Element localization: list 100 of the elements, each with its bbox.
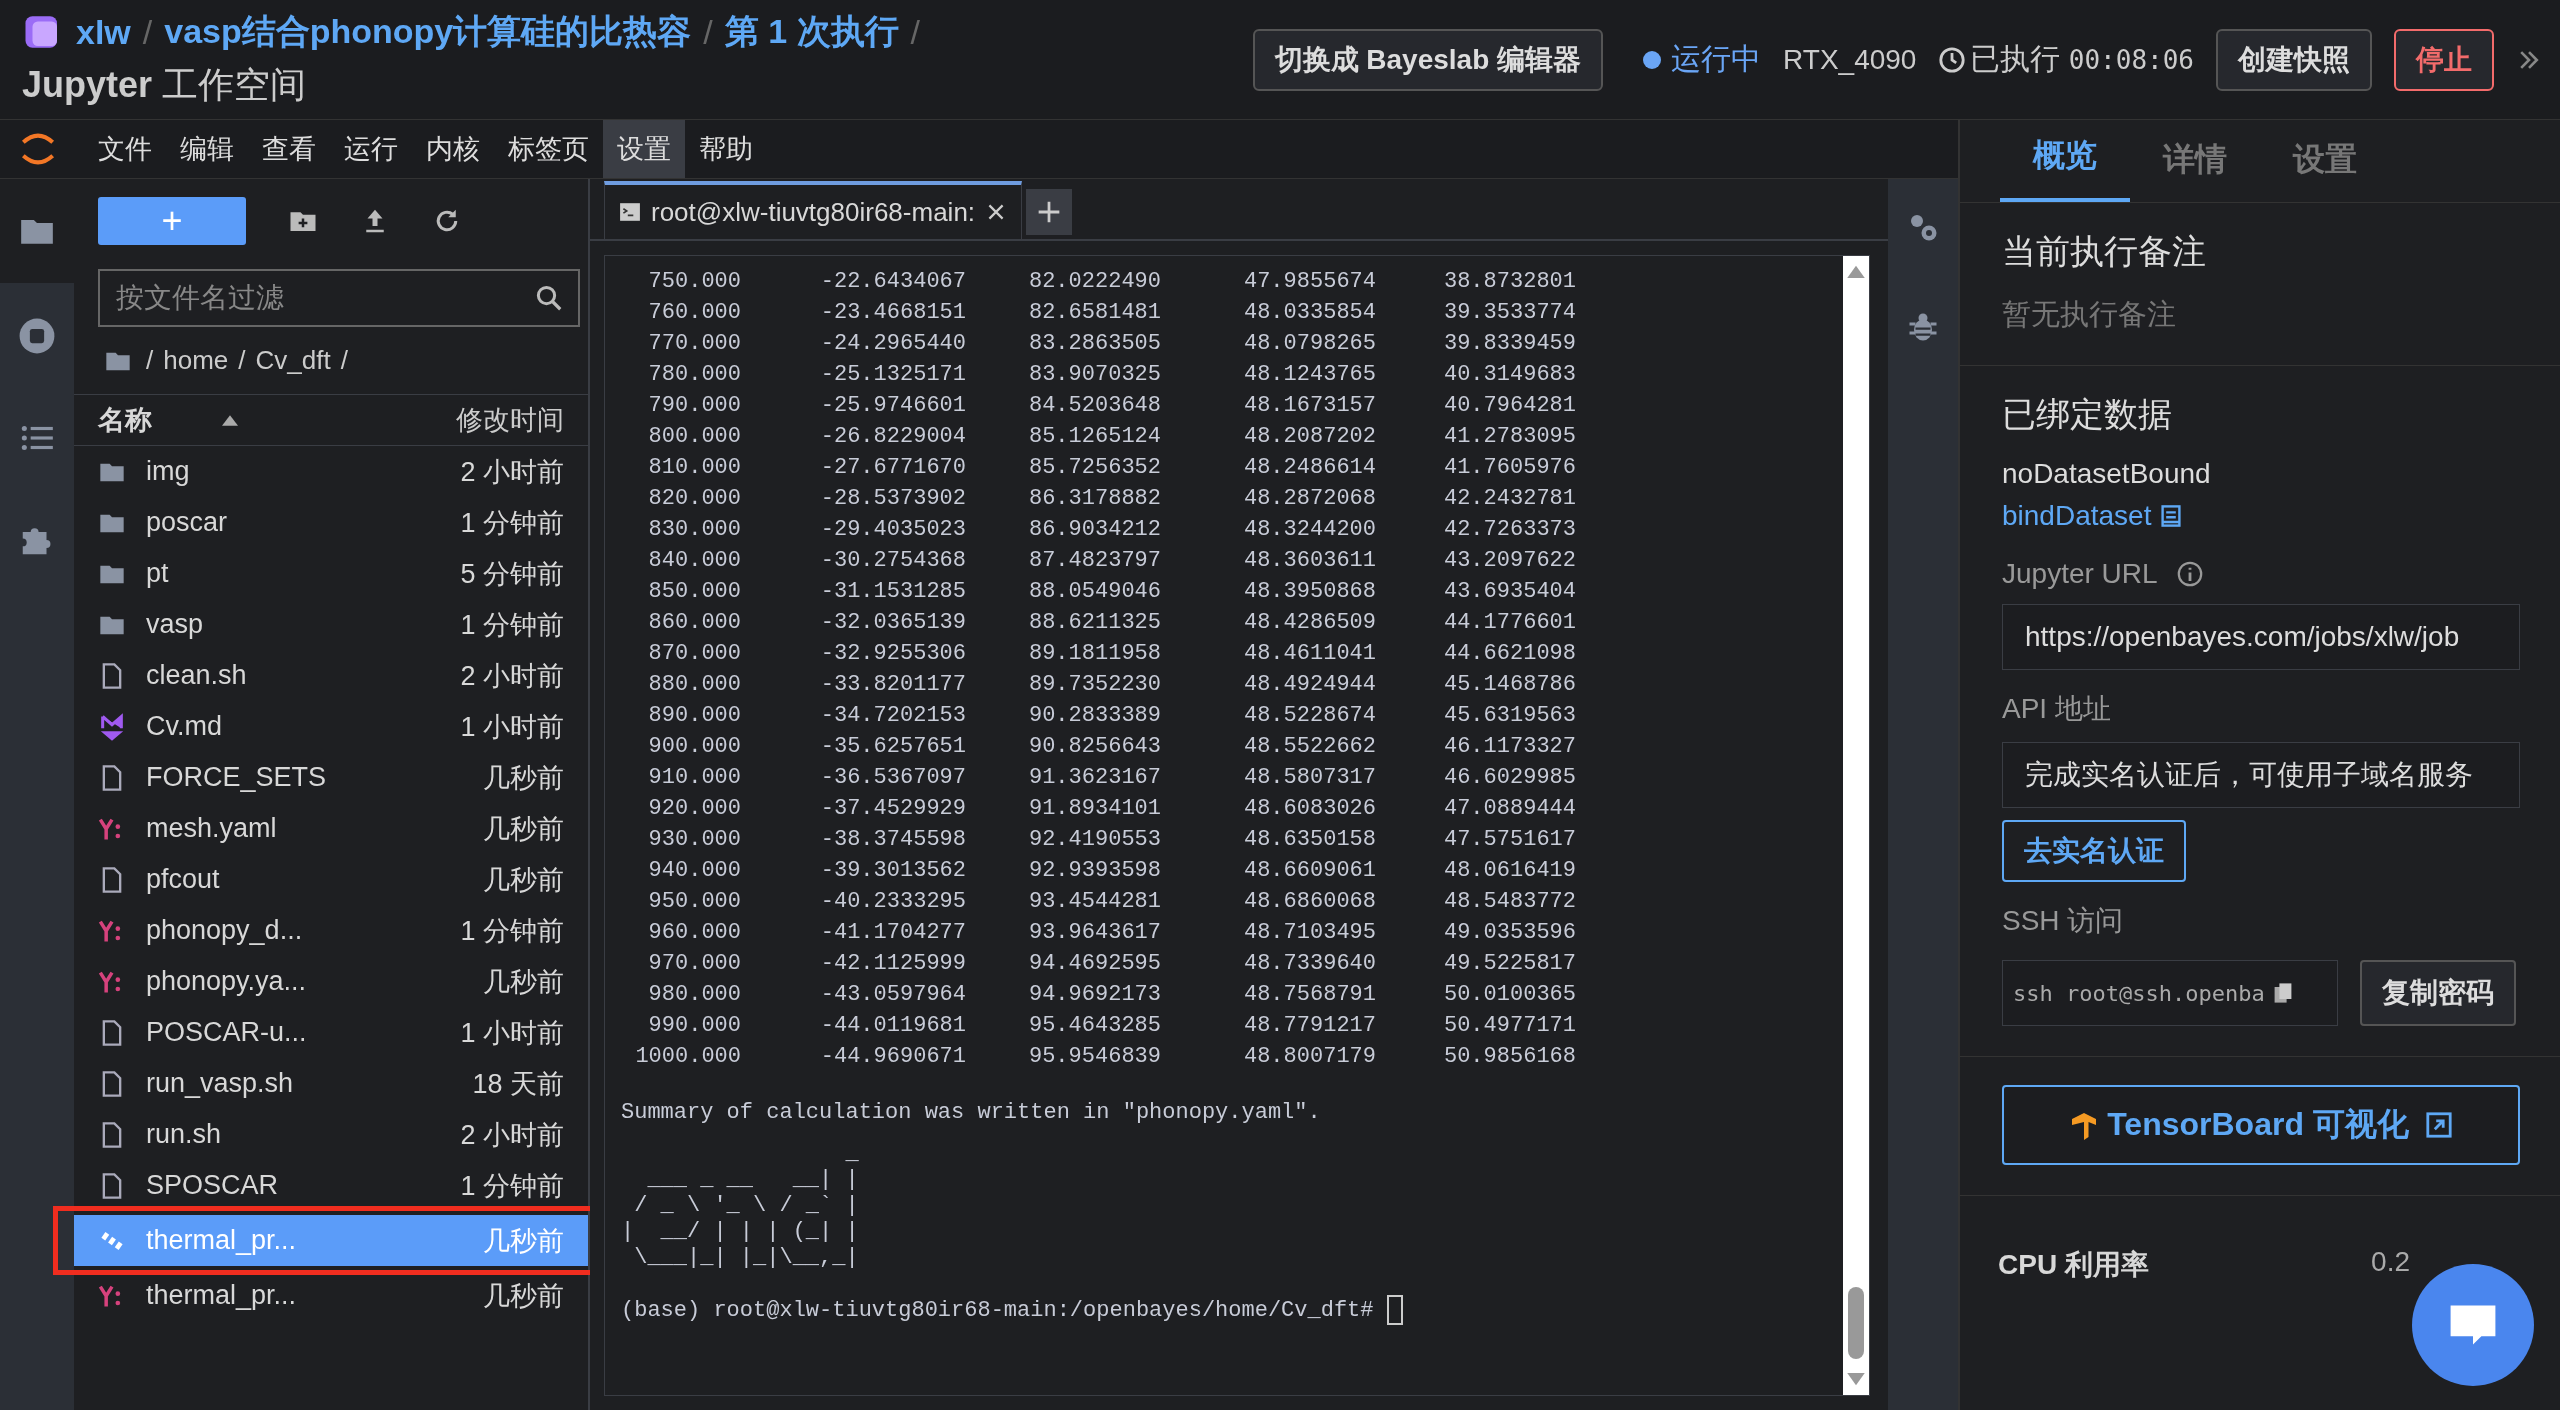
path-segment[interactable]: / (340, 345, 348, 376)
scrollbar-thumb[interactable] (1848, 1287, 1864, 1359)
terminal-value: 750.000 (647, 268, 741, 295)
panel-tab[interactable]: 设置 (2260, 138, 2390, 202)
path-segment[interactable]: home (163, 345, 229, 376)
terminal-value: 48.7568791 (1242, 981, 1376, 1008)
file-name: pt (146, 558, 169, 589)
verify-button[interactable]: 去实名认证 (2002, 820, 2186, 882)
terminal-value: 94.9692173 (1027, 981, 1161, 1008)
path-segment[interactable]: / (146, 345, 154, 376)
terminal-value: -44.0119681 (819, 1012, 966, 1039)
scrollbar[interactable] (1843, 256, 1869, 1395)
panel-tab[interactable]: 详情 (2130, 138, 2260, 202)
terminal-value: 760.000 (647, 299, 741, 326)
file-row[interactable]: POSCAR-u... 1 小时前 (74, 1007, 588, 1058)
file-modified-time: 1 小时前 (460, 1016, 564, 1050)
file-row[interactable]: run_vasp.sh 18 天前 (74, 1058, 588, 1109)
menu-item[interactable]: 文件 (84, 120, 166, 178)
column-header[interactable]: 修改时间 (456, 402, 564, 438)
menu-item[interactable]: 编辑 (166, 120, 248, 178)
menu-item[interactable]: 标签页 (494, 120, 603, 178)
menu-item[interactable]: 运行 (330, 120, 412, 178)
add-tab-icon[interactable] (1026, 189, 1073, 235)
path-segment[interactable]: / (238, 345, 246, 376)
terminal-value: 47.9855674 (1242, 268, 1376, 295)
file-row[interactable]: pt 5 分钟前 (74, 548, 588, 599)
file-row[interactable]: poscar 1 分钟前 (74, 497, 588, 548)
breadcrumb-link[interactable]: vasp结合phonopy计算硅的比热容 (164, 9, 692, 55)
terminal-value: 47.5751617 (1442, 826, 1576, 853)
path-segment[interactable]: Cv_dft (255, 345, 331, 376)
terminal-value: -23.4668151 (819, 299, 966, 326)
terminal-icon (619, 201, 641, 223)
menu-item[interactable]: 帮助 (685, 120, 767, 178)
terminal-value: 48.8007179 (1242, 1043, 1376, 1070)
file-row[interactable]: mesh.yaml 几秒前 (74, 803, 588, 854)
terminal-value: 93.9643617 (1027, 919, 1161, 946)
tensorboard-button[interactable]: TensorBoard 可视化 (2002, 1085, 2520, 1165)
book-icon[interactable] (2159, 504, 2184, 528)
snapshot-button[interactable]: 创建快照 (2216, 28, 2372, 91)
field-label: SSH 访问 (2002, 904, 2124, 938)
column-header[interactable]: 名称 (98, 402, 152, 438)
file-row[interactable]: img 2 小时前 (74, 446, 588, 497)
file-row[interactable]: SPOSCAR 1 分钟前 (74, 1160, 588, 1211)
terminal-value: 770.000 (647, 330, 741, 357)
terminal-value: 50.9856168 (1442, 1043, 1576, 1070)
stop-button[interactable]: 停止 (2394, 28, 2494, 91)
terminal-value: 93.4544281 (1027, 888, 1161, 915)
panel-tab[interactable]: 概览 (2000, 134, 2130, 202)
terminal-value: 48.6350158 (1242, 826, 1376, 853)
terminal-tab[interactable]: root@xlw-tiuvtg80ir68-main: (604, 181, 1023, 239)
terminal-value: -24.2965440 (819, 330, 966, 357)
terminal-value: 810.000 (647, 454, 741, 481)
terminal-value: 46.6029985 (1442, 764, 1576, 791)
copy-password-button[interactable]: 复制密码 (2360, 960, 2516, 1026)
terminal-value: 83.9070325 (1027, 361, 1161, 388)
file-row[interactable]: phonopy.ya... 几秒前 (74, 956, 588, 1007)
menu-item[interactable]: 设置 (603, 120, 685, 178)
file-row[interactable]: vasp 1 分钟前 (74, 599, 588, 650)
terminal-value: 44.6621098 (1442, 640, 1576, 667)
file-name: run_vasp.sh (146, 1068, 294, 1099)
file-modified-time: 1 小时前 (460, 710, 564, 744)
file-name: phonopy_d... (146, 915, 303, 946)
file-row[interactable]: run.sh 2 小时前 (74, 1109, 588, 1160)
file-row[interactable]: phonopy_d... 1 分钟前 (74, 905, 588, 956)
url-field[interactable]: https://openbayes.com/jobs/xlw/job (2002, 604, 2520, 670)
menu-item[interactable]: 查看 (248, 120, 330, 178)
file-row[interactable]: FORCE_SETS 几秒前 (74, 752, 588, 803)
terminal-value: 48.4611041 (1242, 640, 1376, 667)
ssh-field[interactable]: ssh root@ssh.openba (2002, 960, 2338, 1026)
terminal-value: 48.0798265 (1242, 330, 1376, 357)
terminal-value: 41.7605976 (1442, 454, 1576, 481)
terminal-value: 45.6319563 (1442, 702, 1576, 729)
terminal-value: 910.000 (647, 764, 741, 791)
file-row[interactable]: Cv.md 1 小时前 (74, 701, 588, 752)
breadcrumb-link[interactable]: 第 1 次执行 (724, 9, 899, 55)
terminal-value: 48.1673157 (1242, 392, 1376, 419)
filter-field[interactable]: 按文件名过滤 (98, 269, 580, 327)
terminal-value: 48.7791217 (1242, 1012, 1376, 1039)
menu-item[interactable]: 内核 (412, 120, 494, 178)
scroll-up-icon[interactable] (1847, 264, 1865, 278)
file-name: img (146, 456, 190, 487)
section-title: 已绑定数据 (2002, 394, 2172, 435)
info-icon[interactable] (2175, 560, 2204, 588)
breadcrumb-link[interactable]: xlw (76, 12, 131, 52)
terminal-value: 48.5522662 (1242, 733, 1376, 760)
terminal-value: -37.4529929 (819, 795, 966, 822)
api-field[interactable]: 完成实名认证后，可使用子域名服务 (2002, 742, 2520, 808)
terminal-value: 49.5225817 (1442, 950, 1576, 977)
switch-editor-button[interactable]: 切换成 Bayeslab 编辑器 (1252, 28, 1604, 91)
terminal-value: 800.000 (647, 423, 741, 450)
file-row[interactable]: pfcout 几秒前 (74, 854, 588, 905)
bind-dataset-link[interactable]: bindDataset (2002, 500, 2152, 532)
metric-label: CPU 利用率 (1998, 1248, 2149, 1282)
file-row[interactable]: clean.sh 2 小时前 (74, 650, 588, 701)
scroll-down-icon[interactable] (1847, 1373, 1865, 1387)
file-modified-time: 几秒前 (483, 1279, 564, 1313)
file-row[interactable]: thermal_pr... 几秒前 (74, 1270, 588, 1321)
sort-ascending-icon[interactable] (222, 414, 238, 426)
stop-circle-icon[interactable] (18, 317, 56, 355)
terminal-value: 86.9034212 (1027, 516, 1161, 543)
